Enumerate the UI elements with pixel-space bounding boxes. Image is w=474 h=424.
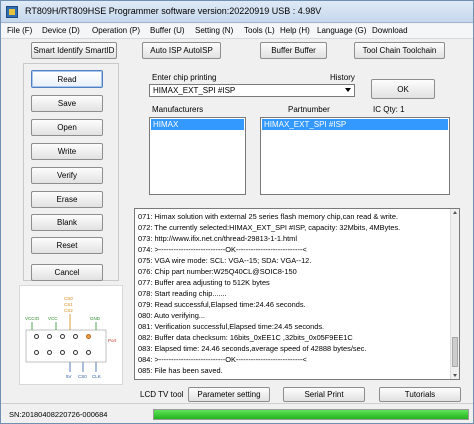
menu-file[interactable]: File (F) (7, 26, 32, 35)
partnumber-selected-item[interactable]: HIMAX_EXT_SPI #ISP (262, 119, 448, 130)
log-line: 076: Chip part number:W25Q40CL@SOIC8-150 (138, 267, 297, 276)
menu-tools[interactable]: Tools (L) (244, 26, 275, 35)
pin (60, 334, 65, 339)
scroll-up-icon[interactable] (453, 211, 457, 214)
progress-fill (154, 410, 468, 419)
pin (73, 350, 78, 355)
programmer-window: RT809H/RT809HSE Programmer software vers… (0, 0, 474, 424)
reset-button[interactable]: Reset (31, 237, 103, 254)
manufacturer-selected-item[interactable]: HIMAX (151, 119, 244, 130)
pin-highlighted (86, 334, 91, 339)
window-title: RT809H/RT809HSE Programmer software vers… (25, 6, 322, 16)
open-button[interactable]: Open (31, 119, 103, 136)
log-line: 079: Read successful,Elapsed time:24.46 … (138, 300, 306, 309)
partnumber-label: Partnumber (288, 105, 330, 114)
log-line: 074: >---------------------------OK-----… (138, 245, 307, 254)
ok-button[interactable]: OK (371, 79, 435, 99)
buffer-button[interactable]: Buffer Buffer (260, 42, 327, 59)
log-line: 081: Verification successful,Elapsed tim… (138, 322, 325, 331)
smart-identify-button[interactable]: Smart Identify SmartID (31, 42, 117, 59)
manufacturers-label: Manufacturers (152, 105, 204, 114)
history-label: History (330, 73, 355, 82)
blank-button[interactable]: Blank (31, 214, 103, 231)
log-line: 085: File has been saved. (138, 366, 223, 375)
serial-number: SN:20180408220726-000684 (9, 410, 108, 419)
progress-bar (153, 409, 469, 420)
pin (47, 350, 52, 355)
erase-button[interactable]: Erase (31, 191, 103, 208)
auto-isp-button[interactable]: Auto ISP AutoISP (142, 42, 221, 59)
save-button[interactable]: Save (31, 95, 103, 112)
dropdown-arrow-icon[interactable] (345, 88, 351, 92)
status-bar: SN:20180408220726-000684 (1, 403, 473, 423)
log-line: 082: Buffer data checksum: 16bits_0xEE1C… (138, 333, 353, 342)
menu-setting[interactable]: Setting (N) (195, 26, 233, 35)
pin (47, 334, 52, 339)
pin (86, 350, 91, 355)
menu-device[interactable]: Device (D) (42, 26, 80, 35)
log-line: 084: >---------------------------OK-----… (138, 355, 307, 364)
serial-print-button[interactable]: Serial Print (283, 387, 365, 402)
partnumber-list[interactable]: HIMAX_EXT_SPI #ISP (260, 117, 450, 195)
log-line: 077: Buffer area adjusting to 512K bytes (138, 278, 270, 287)
lcd-tv-tool-label[interactable]: LCD TV tool (140, 390, 183, 399)
chip-printing-value: HIMAX_EXT_SPI #ISP (153, 86, 236, 95)
scroll-thumb[interactable] (452, 337, 458, 367)
log-line: 071: Himax solution with external 25 ser… (138, 212, 399, 221)
tool-chain-button[interactable]: Tool Chain Toolchain (354, 42, 445, 59)
log-output[interactable]: 071: Himax solution with external 25 ser… (134, 208, 460, 380)
scroll-down-icon[interactable] (453, 374, 457, 377)
write-button[interactable]: Write (31, 143, 103, 160)
cancel-button[interactable]: Cancel (31, 264, 103, 281)
verify-button[interactable]: Verify (31, 167, 103, 184)
menu-download[interactable]: Download (372, 26, 408, 35)
read-button[interactable]: Read (31, 70, 103, 88)
log-line: 078: Start reading chip....... (138, 289, 227, 298)
log-line: 080: Auto verifying... (138, 311, 205, 320)
pin (34, 334, 39, 339)
pin (73, 334, 78, 339)
log-line: 073: http://www.ifix.net.cn/thread-29813… (138, 234, 297, 243)
log-scrollbar[interactable] (450, 209, 459, 379)
app-icon (6, 6, 18, 18)
ic-qty-label: IC Qty: 1 (373, 105, 405, 114)
title-bar: RT809H/RT809HSE Programmer software vers… (1, 1, 473, 23)
pin (60, 350, 65, 355)
log-line: 075: VGA wire mode: SCL: VGA--15; SDA: V… (138, 256, 312, 265)
parameter-setting-button[interactable]: Parameter setting (188, 387, 270, 402)
chip-printing-combo[interactable]: HIMAX_EXT_SPI #ISP (149, 84, 355, 97)
enter-chip-label: Enter chip printing (152, 73, 217, 82)
tutorials-button[interactable]: Tutorials (379, 387, 461, 402)
log-line: 072: The currently selected:HIMAX_EXT_SP… (138, 223, 401, 232)
menu-help[interactable]: Help (H) (280, 26, 310, 35)
manufacturers-list[interactable]: HIMAX (149, 117, 246, 195)
log-line: 083: Elapsed time: 24.46 seconds,average… (138, 344, 367, 353)
pin-diagram: CS0 CS1 CS2 VCCIO VCC GND Port 5V CS0 CL… (19, 285, 123, 385)
menu-language[interactable]: Language (G) (317, 26, 366, 35)
pin (34, 350, 39, 355)
menu-bar: File (F) Device (D) Operation (P) Buffer… (1, 24, 473, 39)
menu-buffer[interactable]: Buffer (U) (150, 26, 185, 35)
menu-operation[interactable]: Operation (P) (92, 26, 140, 35)
